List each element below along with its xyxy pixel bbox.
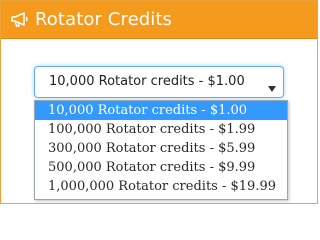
dropdown-option[interactable]: 300,000 Rotator credits - $5.99: [35, 139, 287, 158]
credits-select-value: 10,000 Rotator credits - $1.00: [49, 74, 245, 89]
caret-down-icon: [268, 79, 276, 92]
dropdown-option[interactable]: 10,000 Rotator credits - $1.00: [35, 101, 287, 120]
credits-dropdown-list: 10,000 Rotator credits - $1.00 100,000 R…: [34, 100, 288, 200]
panel-header: Rotator Credits: [1, 1, 317, 39]
megaphone-icon: [11, 11, 29, 28]
panel-title: Rotator Credits: [35, 9, 173, 30]
dropdown-option[interactable]: 100,000 Rotator credits - $1.99: [35, 120, 287, 139]
dropdown-option[interactable]: 500,000 Rotator credits - $9.99: [35, 158, 287, 177]
rotator-credits-panel: Rotator Credits 10,000 Rotator credits -…: [0, 0, 318, 204]
dropdown-option[interactable]: 1,000,000 Rotator credits - $19.99: [35, 177, 287, 196]
credits-select[interactable]: 10,000 Rotator credits - $1.00: [34, 66, 284, 98]
